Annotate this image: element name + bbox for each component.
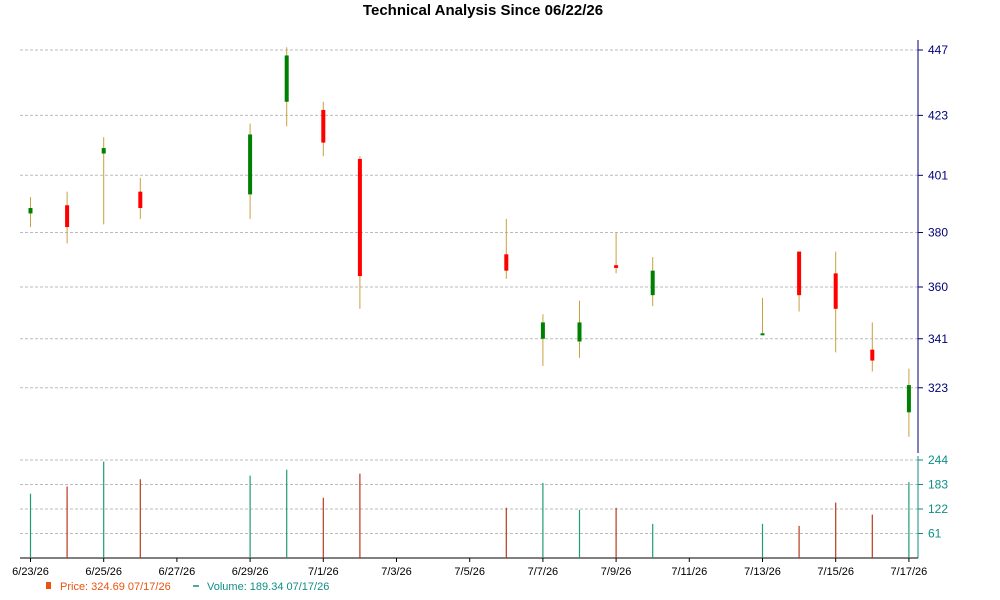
candle-body (577, 322, 582, 342)
legend-price-swatch (46, 582, 51, 589)
candle-body (28, 208, 33, 214)
candle-body (614, 265, 619, 268)
price-tick-label: 401 (928, 168, 948, 182)
candle-body (357, 158, 362, 277)
price-candles (28, 47, 911, 437)
volume-tick-label: 61 (928, 527, 942, 541)
x-tick-label: 6/27/26 (159, 566, 196, 578)
candle-body (138, 191, 143, 208)
x-tick-label: 7/15/26 (817, 566, 854, 578)
x-tick-label: 7/9/26 (601, 566, 632, 578)
candle-body (906, 385, 911, 413)
x-tick-label: 6/25/26 (85, 566, 122, 578)
candle-body (870, 349, 875, 361)
x-tick-label: 7/11/26 (671, 566, 707, 578)
candle-body (504, 254, 509, 271)
grid-lines (20, 49, 918, 534)
x-tick-label: 7/3/26 (381, 566, 412, 578)
legend-price-label: Price: 324.69 07/17/26 (60, 581, 171, 593)
legend: Price: 324.69 07/17/26 Volume: 189.34 07/… (46, 581, 329, 593)
candle-body (248, 134, 253, 195)
x-tick-label: 7/1/26 (308, 566, 339, 578)
candle-body (540, 322, 545, 339)
x-tick-label: 6/23/26 (12, 566, 49, 578)
price-tick-label: 380 (928, 226, 948, 240)
x-tick-label: 7/17/26 (891, 566, 928, 578)
price-tick-label: 323 (928, 381, 948, 395)
candle-body (284, 55, 289, 102)
chart-title: Technical Analysis Since 06/22/26 (363, 2, 603, 19)
volume-tick-label: 183 (928, 478, 948, 492)
price-tick-label: 341 (928, 332, 948, 346)
candle-body (797, 251, 802, 296)
volume-tick-label: 122 (928, 502, 948, 516)
volume-bars (29, 461, 910, 558)
legend-volume-label: Volume: 189.34 07/17/26 (207, 581, 329, 593)
volume-tick-label: 244 (928, 453, 948, 467)
x-tick-label: 7/7/26 (528, 566, 559, 578)
technical-analysis-chart: Technical Analysis Since 06/22/26 323 341… (12, 2, 948, 593)
candle-body (321, 109, 326, 143)
candle-body (101, 148, 106, 154)
candle-body (760, 333, 765, 336)
candle-body (833, 273, 838, 309)
x-tick-label: 6/29/26 (232, 566, 269, 578)
price-tick-label: 423 (928, 108, 948, 122)
x-tick-label: 7/13/26 (744, 566, 781, 578)
price-tick-label: 447 (928, 43, 948, 57)
axes: 323 341 360 380 401 423 447 61 122 183 244 6/23/26 6… (12, 40, 948, 578)
candle-body (650, 270, 655, 296)
candle-body (65, 205, 70, 228)
price-tick-label: 360 (928, 280, 948, 294)
x-tick-label: 7/5/26 (454, 566, 485, 578)
